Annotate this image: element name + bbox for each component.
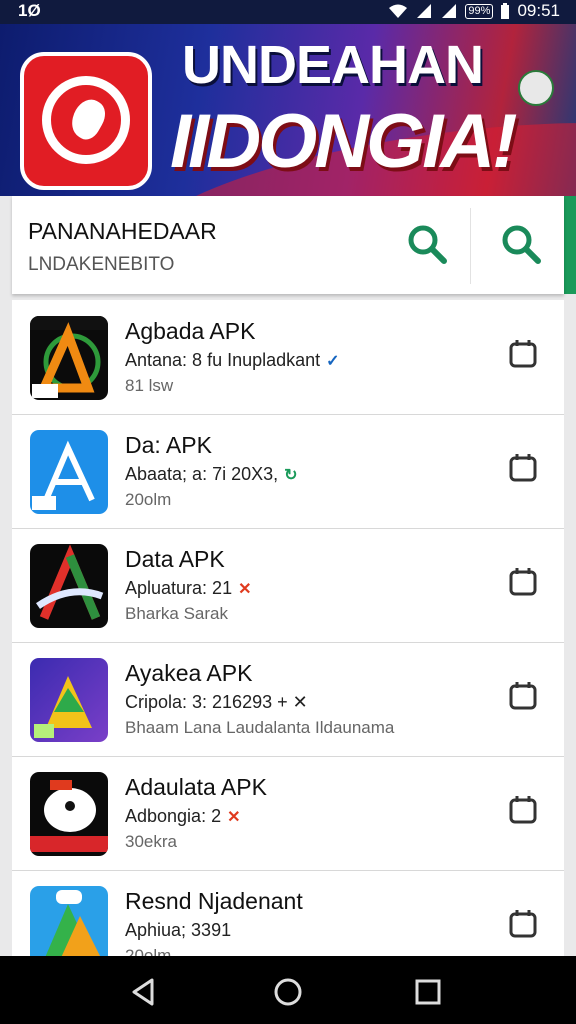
refresh-icon: ↻ [284,467,298,484]
promo-banner[interactable]: UNDEAHAN IIDONGIA! [0,24,576,196]
download-icon[interactable] [508,680,538,712]
download-icon[interactable] [508,908,538,940]
app-list: Agbada APK Antana: 8 fu Inupladkant ✓ 81 … [12,300,564,956]
status-bar: 1Ø 99% 09:51 [0,0,576,24]
battery-icon [501,3,510,19]
app-size: 81 lsw [125,376,174,395]
app-name: Da: APK [125,432,212,458]
search-button-2[interactable] [489,212,553,276]
app-meta: Cripola: 3: 216293 + ✕ [125,692,308,712]
app-meta: Aphiua; 3391 [125,920,232,940]
app-name: Data APK [125,546,225,572]
app-meta: Adbongia: 2 ✕ [125,806,241,826]
clock: 09:51 [517,1,560,20]
close-icon: ✕ [227,809,241,826]
app-icon [30,658,108,742]
app-icon [30,544,108,628]
badge-icon [518,70,554,106]
app-size: 20olm [125,946,172,956]
app-meta: Abaata; a: 7i 20X3, ↻ [125,464,298,484]
status-icons: 99% 09:51 [388,1,560,21]
banner-title-line1: UNDEAHAN [182,35,484,95]
app-name: Ayakea APK [125,660,253,686]
back-icon[interactable] [126,974,162,1010]
app-size: 20olm [125,490,172,509]
download-icon[interactable] [508,794,538,826]
download-icon[interactable] [508,452,538,484]
search-subtitle: LNDAKENEBITO [28,254,175,275]
app-icon [30,316,108,400]
app-meta: Antana: 8 fu Inupladkant ✓ [125,350,340,370]
app-row[interactable]: Resnd Njadenant Aphiua; 3391 20olm [12,870,564,956]
header-divider [470,208,471,284]
app-icon [30,430,108,514]
recents-icon[interactable] [410,974,446,1010]
app-row[interactable]: Data APK Apluatura: 21 ✕ Bharka Sarak [12,528,564,643]
search-button[interactable] [395,212,459,276]
app-size: 30ekra [125,832,177,851]
app-row[interactable]: Da: APK Abaata; a: 7i 20X3, ↻ 20olm [12,414,564,529]
app-row[interactable]: Ayakea APK Cripola: 3: 216293 + ✕ Bhaam … [12,642,564,757]
navigation-bar [0,956,576,1024]
signal-icon-2 [442,4,457,18]
app-meta: Apluatura: 21 ✕ [125,578,252,598]
home-icon[interactable] [270,974,306,1010]
close-icon: ✕ [238,581,252,598]
app-name: Agbada APK [125,318,256,344]
search-icon [408,225,447,264]
signal-icon [417,4,432,18]
status-left-text: 1Ø [18,1,41,20]
app-logo-icon [20,52,152,190]
battery-percent: 99% [465,3,494,19]
app-size: Bhaam Lana Laudalanta Ildaunama [125,718,395,737]
app-name: Adaulata APK [125,774,267,800]
search-header[interactable]: PANANAHEDAAR LNDAKENEBITO [12,196,564,294]
app-row[interactable]: Agbada APK Antana: 8 fu Inupladkant ✓ 81 … [12,300,564,415]
search-icon [502,225,541,264]
search-title: PANANAHEDAAR [28,218,217,244]
verified-icon: ✓ [326,353,340,370]
banner-title-line2: IIDONGIA! [170,99,518,184]
app-icon [30,772,108,856]
download-icon[interactable] [508,338,538,370]
app-icon [30,886,108,956]
wifi-icon [389,4,408,18]
app-size: Bharka Sarak [125,604,228,623]
app-row[interactable]: Adaulata APK Adbongia: 2 ✕ 30ekra [12,756,564,871]
accent-edge [564,196,576,294]
app-name: Resnd Njadenant [125,888,303,914]
download-icon[interactable] [508,566,538,598]
